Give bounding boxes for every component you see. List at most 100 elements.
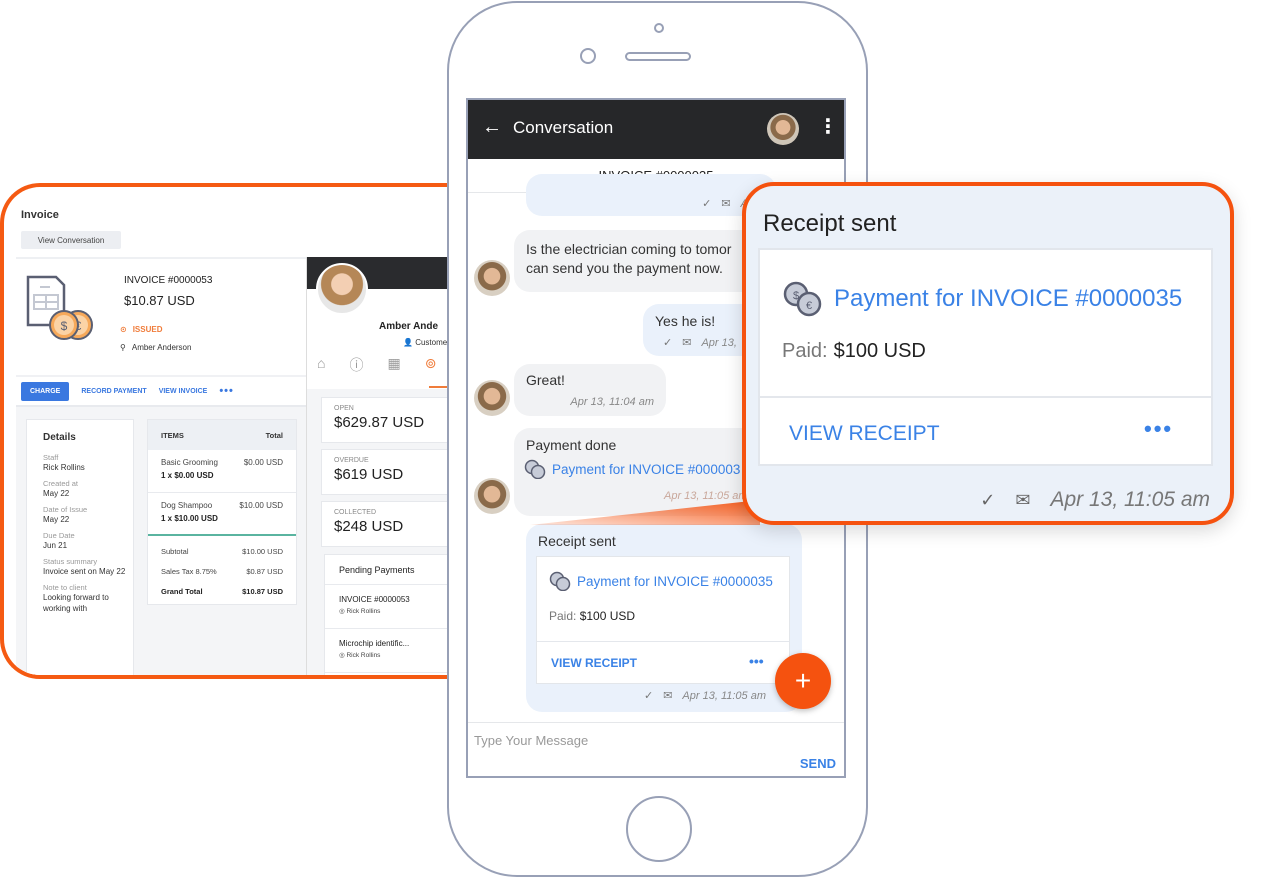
invoice-body: Details Staff Rick Rollins Created at Ma… [16,407,306,675]
payment-link-text[interactable]: Payment for INVOICE #000003 [552,462,740,477]
paid-value: $100 USD [579,609,636,623]
subtotal-value: $10.00 USD [242,546,283,556]
customer-role: 👤 Custome [403,338,447,347]
table-row: Basic Grooming 1 x $0.00 USD $0.00 USD [148,450,296,493]
detail-value: Invoice sent on May 22 [43,567,126,576]
back-arrow-icon[interactable]: ← [482,116,502,139]
customer-tabs: ⌂ ⓘ ▦ ⊚ [317,355,436,375]
person-icon: ◎ [339,608,345,615]
charge-button[interactable]: CHARGE [21,381,70,401]
tax-row: Sales Tax 8.75% $0.87 USD [148,561,296,581]
sender-avatar [474,478,510,514]
message-title: Payment done [526,437,617,453]
message-time: Apr 13, 11:05 am [664,490,748,502]
invoice-amount: $10.87 USD [124,293,195,308]
items-table-header: ITEMS Total [148,420,296,450]
check-icon: ✓ [663,337,673,349]
customer-panel: Amber Ande 👤 Custome ⌂ ⓘ ▦ ⊚ OPEN $629.8… [306,257,470,675]
envelope-open-icon: ✉ [663,690,673,702]
receipt-callout: Receipt sent $ € Payment for INVOICE #00… [742,182,1234,525]
detail-value: May 22 [43,489,70,498]
invoice-coins-icon: € $ [26,275,93,340]
detail-label: Due Date [43,531,75,540]
subtotal-label: Subtotal [161,546,189,556]
payment-link[interactable]: Payment for INVOICE #0000035 [549,571,773,591]
more-actions-button[interactable]: ••• [219,385,234,397]
svg-text:€: € [806,300,812,312]
invoice-action-bar: CHARGE RECORD PAYMENT VIEW INVOICE ••• [16,375,306,407]
record-payment-button[interactable]: RECORD PAYMENT [81,388,146,395]
items-table: ITEMS Total Basic Grooming 1 x $0.00 USD… [147,419,297,605]
message-bubble-out: ✓ ✉ Apr 13, [526,174,776,216]
staff-name: Rick Rollins [346,608,381,615]
view-receipt-button[interactable]: VIEW RECEIPT [551,656,637,670]
callout-view-receipt-button[interactable]: VIEW RECEIPT [789,422,940,446]
item-total: $10.00 USD [239,501,283,510]
sender-avatar [474,380,510,416]
paid-label: Paid: [549,609,577,623]
table-row: Dog Shampoo 1 x $10.00 USD $10.00 USD [148,493,296,536]
payment-link-text[interactable]: Payment for INVOICE #0000035 [577,574,773,589]
payments-icon[interactable]: ⊚ [425,355,437,375]
detail-value: Rick Rollins [43,463,85,472]
marketing-composite: Invoice View Conversation € $ INVOICE #0… [0,0,1264,878]
detail-value: Looking forward to working with [43,593,109,613]
payment-link[interactable]: Payment for INVOICE #000003 [524,459,740,479]
message-text-line: can send you the payment now. [526,260,723,276]
phone-speaker [625,52,691,61]
column-header-items: ITEMS [161,430,184,440]
home-icon[interactable]: ⌂ [317,355,325,375]
item-qty: 1 x $10.00 USD [161,514,218,523]
more-options-button[interactable]: ••• [749,653,764,669]
message-time: Apr 13, [701,336,737,349]
send-button[interactable]: SEND [800,756,836,771]
subtotal-row: Subtotal $10.00 USD [148,541,296,561]
detail-label: Created at [43,479,79,488]
grand-total-value: $10.87 USD [242,586,283,596]
callout-receipt-card: $ € Payment for INVOICE #0000035 Paid: $1… [758,248,1213,466]
grand-total-row: Grand Total $10.87 USD [148,581,296,601]
message-input[interactable]: Type Your Message [474,733,588,748]
contact-avatar[interactable] [767,113,799,145]
callout-paid-row: Paid: $100 USD [782,340,926,363]
info-icon[interactable]: ⓘ [349,355,363,375]
detail-value: Jun 21 [43,541,68,550]
customer-role-text: Custome [415,338,448,347]
customer-name: Amber Ande [379,321,439,332]
details-heading: Details [43,432,76,443]
detail-value: May 22 [43,515,70,524]
detail-label: Staff [43,453,59,462]
view-conversation-button[interactable]: View Conversation [21,231,121,249]
detail-label: Date of Issue [43,505,88,514]
invoice-number: INVOICE #0000053 [124,275,213,286]
invoice-summary: € $ INVOICE #0000053 $10.87 USD ⊙ ISSUED… [16,257,306,375]
status-issued-icon: ⊙ [120,325,127,334]
phone-sensor [580,48,596,64]
person-icon: ⚲ [120,343,126,352]
check-icon: ✓ [702,198,712,210]
message-composer: Type Your Message SEND [468,722,844,776]
app-bar-title: Conversation [513,118,614,137]
check-icon: ✓ [643,690,654,702]
callout-payment-link[interactable]: $ € Payment for INVOICE #0000035 [782,280,1182,318]
customer-avatar [316,263,368,315]
item-qty: 1 x $0.00 USD [161,471,214,480]
message-bubble-in: Great! Apr 13, 11:04 am [514,364,666,416]
callout-title: Receipt sent [763,210,897,237]
callout-link-text[interactable]: Payment for INVOICE #0000035 [834,285,1182,313]
staff-name: Rick Rollins [346,652,381,659]
callout-more-button[interactable]: ••• [1144,416,1173,442]
invoice-client: ⚲ Amber Anderson [120,343,191,352]
add-fab-button[interactable]: + [775,653,831,709]
coins-icon: $ € [783,281,822,317]
message-text-line: Is the electrician coming to tomor [526,241,732,257]
view-invoice-button[interactable]: VIEW INVOICE [159,388,208,395]
invoice-panel: Invoice View Conversation € $ INVOICE #0… [0,183,470,679]
phone-home-button[interactable] [626,796,692,862]
coins-icon [524,459,546,479]
calendar-icon[interactable]: ▦ [387,355,400,375]
grand-total-label: Grand Total [161,586,203,596]
more-vert-icon[interactable]: ⋮ [818,114,838,139]
tax-value: $0.87 USD [246,566,283,576]
tax-label: Sales Tax 8.75% [161,566,217,576]
